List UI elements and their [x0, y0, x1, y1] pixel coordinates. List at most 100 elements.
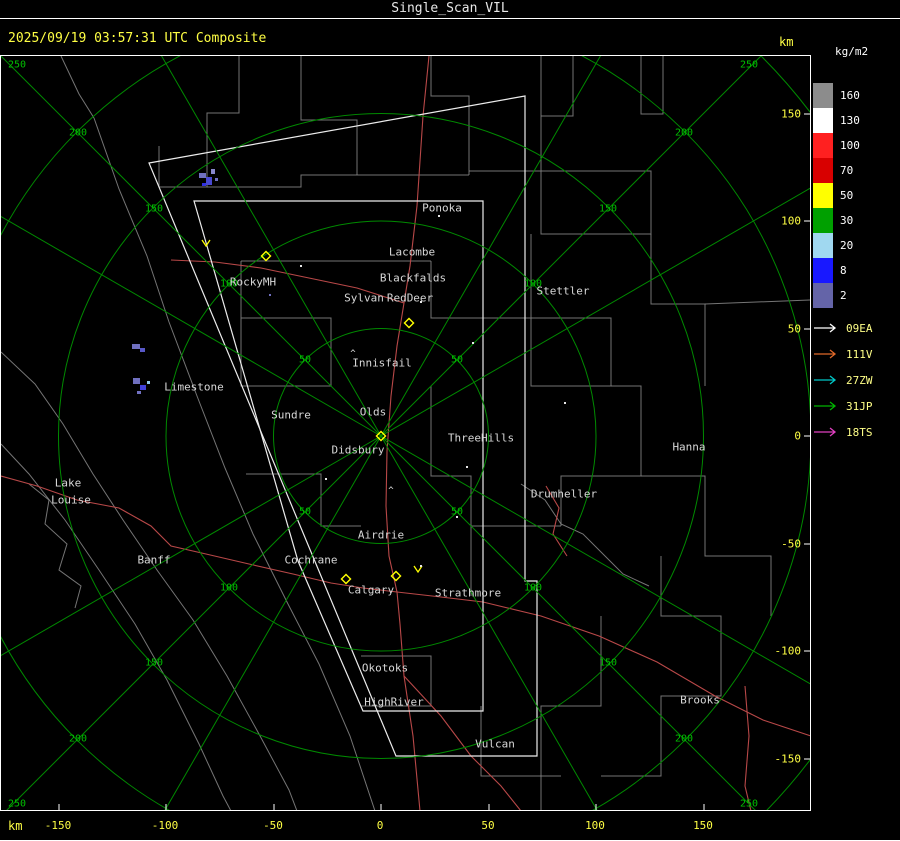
town-dot — [456, 516, 458, 518]
color-scale-legend: 160 130 100 70 50 30 20 8 2 — [813, 83, 860, 308]
track-legend-entry: 09EA — [811, 315, 873, 341]
precip-echo — [133, 378, 140, 384]
bottom-axis-label: -100 — [151, 819, 179, 832]
precip-echo — [137, 391, 141, 394]
legend-panel: kg/m2 160 130 100 70 50 30 20 8 2 09EA 111V 27ZW 31… — [811, 19, 900, 811]
radar-map-canvas[interactable]: ^ ^ 50 100 150 200 250 50 100 150 200 250 50 100 150 2… — [0, 55, 811, 811]
town-dot — [564, 402, 566, 404]
legend-entry: 130 — [813, 108, 860, 133]
legend-value: 2 — [840, 289, 847, 302]
legend-swatch — [813, 133, 833, 158]
precip-echo — [140, 348, 145, 352]
legend-swatch — [813, 158, 833, 183]
legend-entry: 2 — [813, 283, 860, 308]
storm-track-legend: 09EA 111V 27ZW 31JP 18TS — [811, 315, 873, 445]
right-axis-unit: km — [779, 35, 794, 49]
precip-echo — [140, 385, 146, 390]
wind-caret: ^ — [388, 486, 394, 496]
bottom-axis-label: 0 — [376, 819, 384, 832]
precip-echo — [132, 344, 140, 349]
town-dot — [420, 565, 422, 567]
bottom-axis-label: -50 — [263, 819, 283, 832]
legend-value: 8 — [840, 264, 847, 277]
precip-echo — [199, 173, 206, 178]
azimuth-line — [380, 187, 810, 437]
window-title: Single_Scan_VIL — [0, 0, 900, 19]
track-arrow-icon — [814, 323, 837, 333]
precip-echo — [269, 294, 271, 296]
legend-value: 160 — [840, 89, 860, 102]
town-dot — [466, 466, 468, 468]
azimuth-line — [164, 435, 382, 810]
legend-swatch — [813, 233, 833, 258]
track-id-label: 27ZW — [846, 373, 873, 387]
azimuth-line — [1, 216, 382, 437]
track-legend-entry: 31JP — [811, 393, 873, 419]
radar-map-svg: ^^ — [1, 56, 810, 810]
precip-echo — [147, 381, 150, 384]
track-id-label: 31JP — [846, 399, 873, 413]
legend-swatch — [813, 183, 833, 208]
legend-unit-label: kg/m2 — [835, 45, 869, 58]
track-id-label: 09EA — [846, 321, 873, 335]
azimuth-line — [1, 435, 382, 656]
azimuth-line — [380, 435, 598, 810]
bottom-axis-unit: km — [8, 819, 23, 833]
precip-echo — [211, 169, 215, 174]
legend-entry: 100 — [813, 133, 860, 158]
bottom-axis-label: 50 — [481, 819, 495, 832]
legend-entry: 30 — [813, 208, 860, 233]
azimuth-line — [6, 435, 382, 810]
legend-value: 100 — [840, 139, 860, 152]
precip-echo — [215, 178, 218, 181]
bottom-axis-label: -150 — [44, 819, 72, 832]
header-row: 2025/09/19 03:57:31 UTC Composite km — [0, 19, 900, 55]
track-arrow-icon — [814, 401, 837, 411]
legend-value: 70 — [840, 164, 854, 177]
azimuth-line — [380, 435, 810, 685]
scan-timestamp: 2025/09/19 03:57:31 UTC Composite — [8, 31, 267, 46]
legend-swatch — [813, 208, 833, 233]
bottom-axis-bar: km -150 -100 -50 0 50 100 150 — [0, 811, 900, 841]
legend-entry: 160 — [813, 83, 860, 108]
legend-entry: 8 — [813, 258, 860, 283]
scan-sector-outlines — [148, 95, 538, 757]
highways — [1, 56, 810, 810]
range-ring — [1, 56, 810, 810]
range-ring — [1, 56, 810, 810]
town-dot — [325, 478, 327, 480]
track-legend-entry: 27ZW — [811, 367, 873, 393]
azimuth-line — [380, 435, 756, 810]
legend-swatch — [813, 258, 833, 283]
legend-entry: 50 — [813, 183, 860, 208]
storm-marker-diamond-icon — [403, 317, 415, 329]
storm-marker-diamond-icon — [340, 573, 352, 585]
track-legend-entry: 18TS — [811, 419, 873, 445]
town-dot — [420, 301, 422, 303]
bottom-axis-label: 150 — [693, 819, 713, 832]
track-arrow-icon — [814, 427, 837, 437]
legend-value: 130 — [840, 114, 860, 127]
track-legend-entry: 111V — [811, 341, 873, 367]
track-arrow-icon — [814, 349, 837, 359]
wind-caret: ^ — [350, 349, 356, 359]
legend-swatch — [813, 108, 833, 133]
legend-entry: 20 — [813, 233, 860, 258]
county-boundaries — [1, 56, 810, 810]
track-arrow-icon — [814, 375, 837, 385]
legend-swatch — [813, 83, 833, 108]
azimuth-line — [380, 56, 762, 437]
bottom-axis-label: 100 — [585, 819, 605, 832]
legend-value: 50 — [840, 189, 854, 202]
precip-echo — [202, 183, 206, 186]
precip-echo — [206, 177, 212, 185]
legend-value: 20 — [840, 239, 854, 252]
town-dot — [438, 215, 440, 217]
legend-swatch — [813, 283, 833, 308]
town-dot — [300, 265, 302, 267]
legend-entry: 70 — [813, 158, 860, 183]
track-id-label: 18TS — [846, 425, 873, 439]
town-dot — [472, 342, 474, 344]
track-id-label: 111V — [846, 347, 873, 361]
radar-application-window: Single_Scan_VIL 2025/09/19 03:57:31 UTC … — [0, 0, 900, 841]
